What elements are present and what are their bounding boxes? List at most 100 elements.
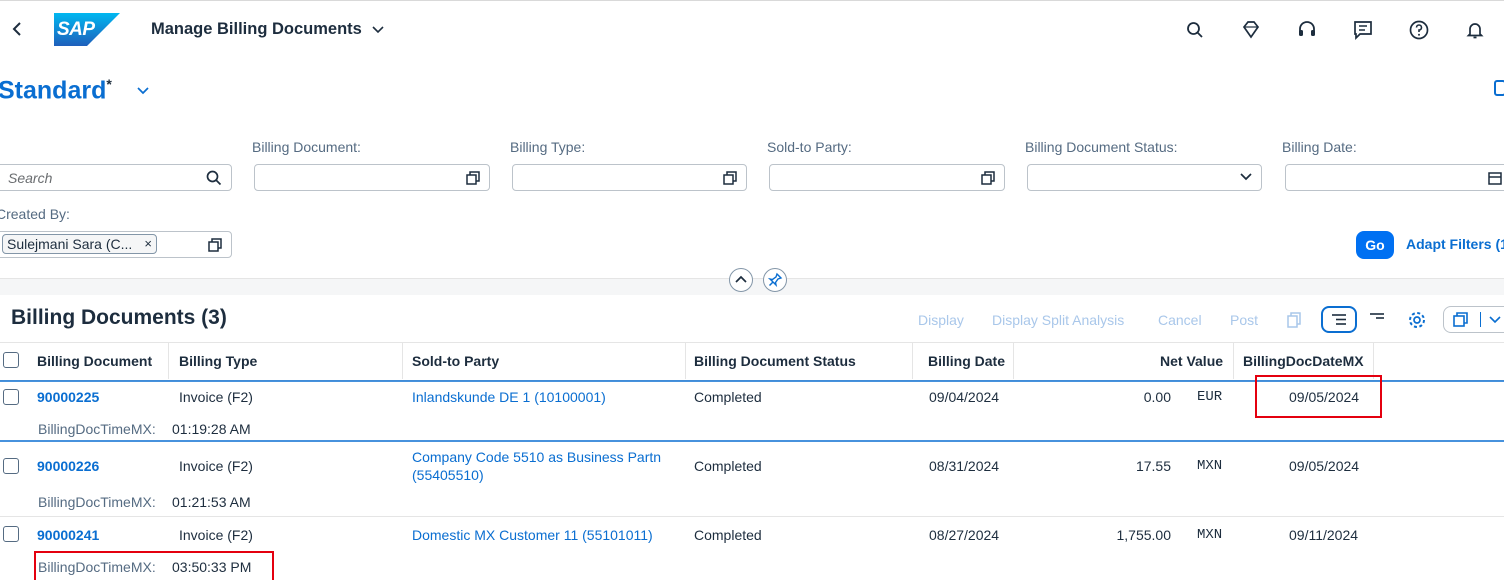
billing-doc-time-mx-label: BillingDocTimeMX:	[38, 421, 156, 437]
status-cell: Completed	[694, 389, 762, 405]
column-header-status[interactable]: Billing Document Status	[694, 353, 856, 369]
sold-to-party-link-line-2[interactable]: (55405510)	[412, 467, 484, 483]
billing-doc-date-mx-cell: 09/11/2024	[1289, 527, 1359, 543]
billing-date-label: Billing Date:	[1282, 139, 1357, 155]
column-header-billing-doc-date-mx[interactable]: BillingDocDateMX	[1243, 353, 1364, 369]
table-title: Billing Documents (3)	[11, 306, 227, 329]
billing-date-cell: 09/04/2024	[929, 389, 1000, 405]
feedback-icon[interactable]	[1351, 18, 1375, 42]
value-help-icon[interactable]	[980, 170, 996, 186]
billing-doc-time-mx-value: 01:21:53 AM	[172, 494, 251, 510]
billing-doc-date-mx-cell: 09/05/2024	[1289, 458, 1360, 474]
currency-cell: MXN	[1197, 458, 1223, 474]
created-by-token-text: Sulejmani Sara (C...	[7, 236, 133, 252]
export-menu-button[interactable]	[1443, 306, 1504, 333]
created-by-token[interactable]: Sulejmani Sara (C... ×	[2, 234, 157, 254]
export-icon	[1453, 312, 1468, 327]
billing-document-link[interactable]: 90000241	[37, 527, 99, 543]
bell-icon[interactable]	[1463, 18, 1487, 42]
billing-type-field[interactable]	[512, 164, 747, 191]
settings-icon[interactable]	[1406, 309, 1428, 331]
header-action-icon[interactable]	[1494, 80, 1504, 96]
search-icon[interactable]	[1183, 18, 1207, 42]
billing-date-field[interactable]	[1285, 164, 1504, 191]
hide-details-icon[interactable]	[1364, 309, 1390, 329]
chevron-down-icon	[372, 26, 385, 33]
billing-date-cell: 08/27/2024	[929, 527, 1000, 543]
currency-cell: EUR	[1197, 389, 1223, 405]
pin-header-button[interactable]	[763, 268, 787, 292]
show-details-button[interactable]	[1321, 306, 1357, 333]
highlight-annotation-time-mx	[34, 551, 274, 580]
status-cell: Completed	[694, 527, 762, 543]
shell-bar: SAP Manage Billing Documents	[0, 0, 1504, 59]
row-checkbox[interactable]	[3, 389, 19, 405]
calendar-icon[interactable]	[1487, 170, 1503, 186]
sold-to-party-link[interactable]: Inlandskunde DE 1 (10100001)	[412, 389, 606, 405]
net-value-cell: 0.00	[1143, 389, 1171, 405]
pin-icon	[767, 272, 783, 288]
app-title-menu[interactable]: Manage Billing Documents	[151, 20, 385, 39]
cancel-button[interactable]: Cancel	[1158, 312, 1202, 328]
list-detail-icon	[1332, 314, 1346, 325]
back-icon[interactable]	[10, 20, 26, 38]
highlight-annotation-date-mx	[1255, 375, 1382, 418]
display-split-analysis-button[interactable]: Display Split Analysis	[992, 312, 1124, 328]
billing-type-label: Billing Type:	[510, 139, 586, 155]
chevron-down-icon[interactable]	[1239, 172, 1253, 182]
column-header-billing-date[interactable]: Billing Date	[928, 353, 1005, 369]
net-value-cell: 17.55	[1135, 458, 1171, 474]
sold-to-party-link[interactable]: Company Code 5510 as Business Partn	[412, 449, 661, 465]
variant-modified-marker: *	[106, 76, 112, 92]
go-button[interactable]: Go	[1356, 231, 1394, 259]
column-header-billing-document[interactable]: Billing Document	[37, 353, 152, 369]
variant-chevron-down-icon[interactable]	[137, 86, 149, 96]
variant-selector[interactable]: Standard*	[0, 76, 112, 105]
status-cell: Completed	[694, 458, 762, 474]
row-focus-bottom	[0, 440, 1504, 442]
billing-document-field[interactable]	[254, 164, 490, 191]
billing-type-cell: Invoice (F2)	[179, 458, 253, 474]
sold-to-party-label: Sold-to Party:	[767, 139, 852, 155]
variant-title: Standard	[0, 76, 107, 105]
billing-doc-time-mx-label: BillingDocTimeMX:	[38, 494, 156, 510]
help-icon[interactable]	[1407, 18, 1431, 42]
sold-to-party-link[interactable]: Domestic MX Customer 11 (55101011)	[412, 527, 653, 543]
value-help-icon[interactable]	[722, 170, 738, 186]
headset-icon[interactable]	[1295, 18, 1319, 42]
billing-doc-time-mx-value: 01:19:28 AM	[172, 421, 251, 437]
row-checkbox[interactable]	[3, 458, 19, 474]
post-button[interactable]: Post	[1230, 312, 1258, 328]
search-icon	[205, 169, 223, 187]
collapse-header-button[interactable]	[729, 268, 753, 292]
billing-type-cell: Invoice (F2)	[179, 527, 253, 543]
billing-status-label: Billing Document Status:	[1025, 139, 1178, 155]
sap-logo-text: SAP	[57, 19, 95, 40]
adapt-filters-button[interactable]: Adapt Filters (1	[1406, 236, 1504, 252]
chevron-up-icon	[735, 275, 747, 283]
joule-icon[interactable]	[1239, 18, 1263, 42]
copy-icon[interactable]	[1286, 311, 1302, 329]
currency-cell: MXN	[1197, 527, 1223, 543]
row-checkbox[interactable]	[3, 526, 19, 542]
billing-status-select[interactable]	[1027, 164, 1262, 191]
sold-to-party-field[interactable]	[769, 164, 1005, 191]
net-value-cell: 1,755.00	[1116, 527, 1172, 543]
chevron-down-icon	[1489, 316, 1501, 324]
billing-date-cell: 08/31/2024	[929, 458, 1000, 474]
search-placeholder: Search	[8, 170, 53, 186]
token-remove-icon[interactable]: ×	[144, 236, 152, 251]
billing-document-link[interactable]: 90000226	[37, 458, 99, 474]
value-help-icon[interactable]	[465, 170, 481, 186]
billing-type-cell: Invoice (F2)	[179, 389, 253, 405]
app-title: Manage Billing Documents	[151, 20, 362, 38]
select-all-checkbox[interactable]	[3, 352, 19, 368]
column-header-billing-type[interactable]: Billing Type	[179, 353, 257, 369]
column-header-net-value[interactable]: Net Value	[1160, 353, 1223, 369]
column-header-sold-to-party[interactable]: Sold-to Party	[412, 353, 499, 369]
value-help-icon[interactable]	[207, 237, 223, 253]
display-button[interactable]: Display	[918, 312, 964, 328]
sap-logo[interactable]: SAP	[54, 13, 120, 46]
billing-document-link[interactable]: 90000225	[37, 389, 99, 405]
billing-document-label: Billing Document:	[252, 139, 361, 155]
